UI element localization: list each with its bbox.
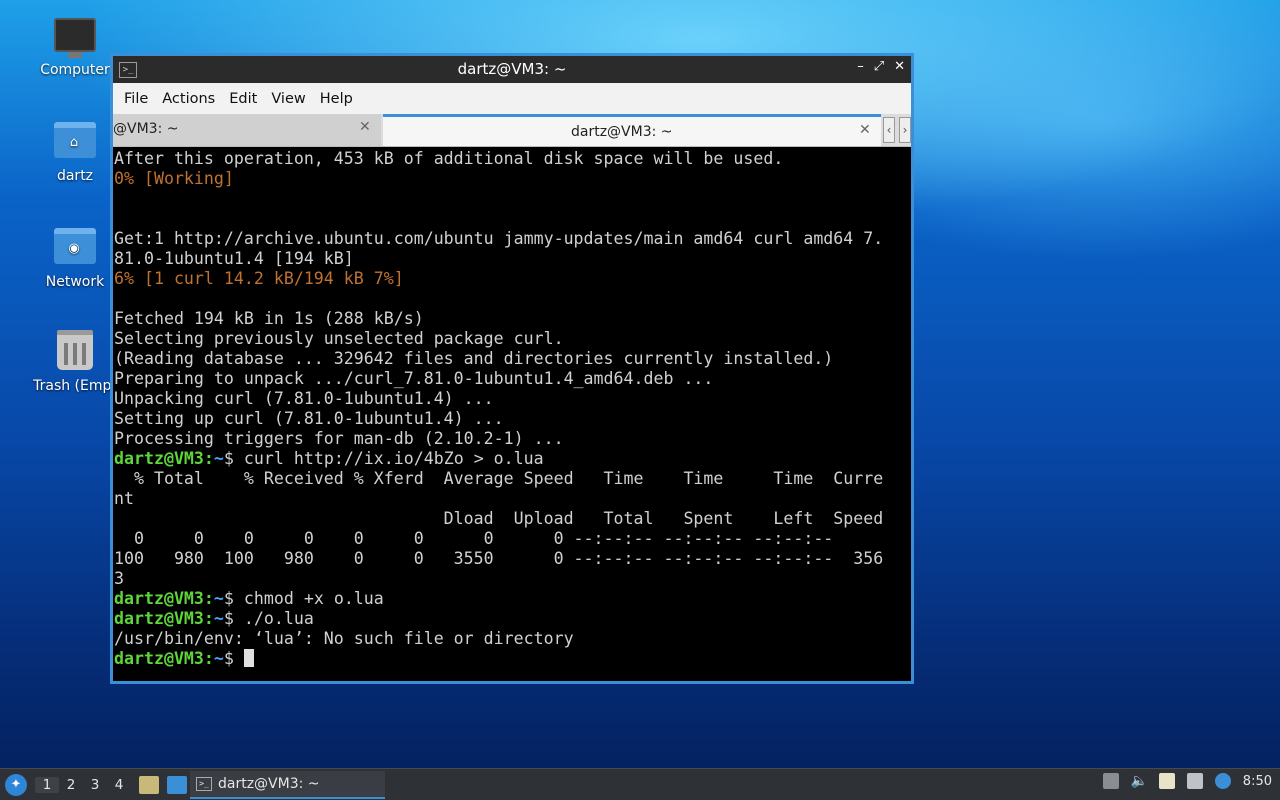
window-title: dartz@VM3: ~ — [457, 60, 567, 78]
terminal-line: Preparing to unpack .../curl_7.81.0-1ubu… — [114, 369, 714, 388]
command-text — [234, 649, 244, 668]
prompt-dollar: $ — [223, 609, 234, 628]
maximize-button[interactable]: ⤢ — [874, 59, 884, 74]
terminal-line: Get:1 http://archive.ubuntu.com/ubuntu j… — [114, 229, 884, 248]
prompt-user: dartz@VM3 — [114, 449, 204, 468]
menu-file[interactable]: File — [121, 91, 159, 107]
system-tray: 🔈 8:50 — [1102, 773, 1272, 789]
terminal-line: Fetched 194 kB in 1s (288 kB/s) — [114, 309, 424, 328]
tab-close-icon[interactable]: ✕ — [359, 119, 371, 135]
terminal-line: % Total % Received % Xferd Average Speed… — [114, 469, 884, 488]
terminal-prompt-line: dartz@VM3:~$ — [114, 649, 911, 669]
menu-help[interactable]: Help — [317, 91, 364, 107]
start-menu-icon[interactable]: ✦ — [5, 773, 27, 796]
terminal-prompt-line: dartz@VM3:~$ curl http://ix.io/4bZo > o.… — [114, 449, 911, 469]
terminal-line: 0 0 0 0 0 0 0 0 --:--:-- --:--:-- --:--:… — [114, 529, 834, 548]
terminal-line: Processing triggers for man-db (2.10.2-1… — [114, 429, 564, 448]
terminal-line: Setting up curl (7.81.0-1ubuntu1.4) ... — [114, 409, 504, 428]
menu-bar: File Actions Edit View Help — [113, 83, 911, 114]
file-manager-icon[interactable] — [139, 775, 159, 794]
clipboard-icon[interactable] — [1158, 773, 1175, 789]
terminal-line: (Reading database ... 329642 files and d… — [114, 349, 834, 368]
terminal-line: After this operation, 453 kB of addition… — [114, 149, 784, 168]
window-titlebar[interactable]: >_ dartz@VM3: ~ – ⤢ ✕ — [113, 56, 911, 83]
terminal-prompt-line: dartz@VM3:~$ chmod +x o.lua — [114, 589, 911, 609]
terminal-prompt-line: dartz@VM3:~$ ./o.lua — [114, 609, 911, 629]
volume-icon[interactable]: 🔈 — [1131, 773, 1148, 789]
tab-2[interactable]: dartz@VM3: ~ ✕ — [383, 114, 881, 146]
prompt-user: dartz@VM3 — [114, 589, 204, 608]
home-folder-icon: ⌂ — [54, 122, 96, 158]
menu-view[interactable]: View — [268, 91, 316, 107]
network-folder-icon: ◉ — [54, 228, 96, 264]
tab-label: @VM3: ~ — [113, 121, 179, 137]
prompt-path: ~ — [213, 609, 224, 628]
menu-actions[interactable]: Actions — [159, 91, 226, 107]
prompt-separator: : — [203, 609, 214, 628]
terminal-window: >_ dartz@VM3: ~ – ⤢ ✕ File Actions Edit … — [110, 53, 914, 684]
prompt-user: dartz@VM3 — [114, 649, 204, 668]
tab-1[interactable]: @VM3: ~ ✕ — [113, 114, 381, 146]
taskbar: ✦ 1 2 3 4 >_ dartz@VM3: ~ 🔈 8:50 — [0, 768, 1280, 800]
minimize-button[interactable]: – — [857, 59, 864, 74]
update-icon[interactable] — [1102, 773, 1119, 789]
workspace-4[interactable]: 4 — [107, 777, 131, 793]
prompt-user: dartz@VM3 — [114, 609, 204, 628]
prompt-separator: : — [203, 449, 214, 468]
tab-bar: @VM3: ~ ✕ dartz@VM3: ~ ✕ ‹ › — [113, 114, 911, 147]
prompt-dollar: $ — [223, 449, 234, 468]
terminal-line: 81.0-1ubuntu1.4 [194 kB] — [114, 249, 354, 268]
text-cursor — [243, 649, 254, 667]
terminal-line: /usr/bin/env: ‘lua’: No such file or dir… — [114, 629, 574, 648]
prompt-separator: : — [203, 589, 214, 608]
taskbar-item-label: dartz@VM3: ~ — [218, 776, 320, 792]
command-text: curl http://ix.io/4bZo > o.lua — [233, 449, 544, 468]
tab-scroll-right-icon[interactable]: › — [899, 117, 911, 143]
prompt-dollar: $ — [223, 649, 234, 668]
terminal-output[interactable]: After this operation, 453 kB of addition… — [113, 147, 911, 681]
terminal-app-icon: >_ — [196, 777, 212, 791]
notification-icon[interactable] — [1214, 773, 1231, 789]
prompt-path: ~ — [213, 449, 224, 468]
command-text: ./o.lua — [233, 609, 314, 628]
menu-edit[interactable]: Edit — [226, 91, 268, 107]
show-desktop-icon[interactable] — [167, 775, 187, 794]
workspace-1[interactable]: 1 — [35, 776, 59, 793]
terminal-line: Selecting previously unselected package … — [114, 329, 564, 348]
taskbar-item-terminal[interactable]: >_ dartz@VM3: ~ — [190, 771, 385, 799]
workspace-2[interactable]: 2 — [59, 777, 83, 793]
terminal-line: 0% [Working] — [114, 169, 234, 188]
terminal-line: nt — [114, 489, 134, 508]
tab-label: dartz@VM3: ~ — [571, 124, 673, 140]
clock[interactable]: 8:50 — [1243, 774, 1272, 789]
terminal-line: 100 980 100 980 0 0 3550 0 --:--:-- --:-… — [114, 549, 884, 568]
tab-close-icon[interactable]: ✕ — [859, 122, 871, 138]
tab-scroll-left-icon[interactable]: ‹ — [883, 117, 895, 143]
close-button[interactable]: ✕ — [894, 59, 905, 74]
terminal-line: 6% [1 curl 14.2 kB/194 kB 7%] — [114, 269, 404, 288]
prompt-path: ~ — [213, 589, 224, 608]
terminal-line: Unpacking curl (7.81.0-1ubuntu1.4) ... — [114, 389, 494, 408]
computer-icon — [54, 18, 96, 58]
prompt-path: ~ — [213, 649, 224, 668]
trash-icon — [57, 330, 93, 370]
command-text: chmod +x o.lua — [233, 589, 384, 608]
network-icon[interactable] — [1186, 773, 1203, 789]
prompt-separator: : — [203, 649, 214, 668]
prompt-dollar: $ — [223, 589, 234, 608]
terminal-line: Dload Upload Total Spent Left Speed — [114, 509, 884, 528]
workspace-3[interactable]: 3 — [83, 777, 107, 793]
terminal-line: 3 — [114, 569, 124, 588]
